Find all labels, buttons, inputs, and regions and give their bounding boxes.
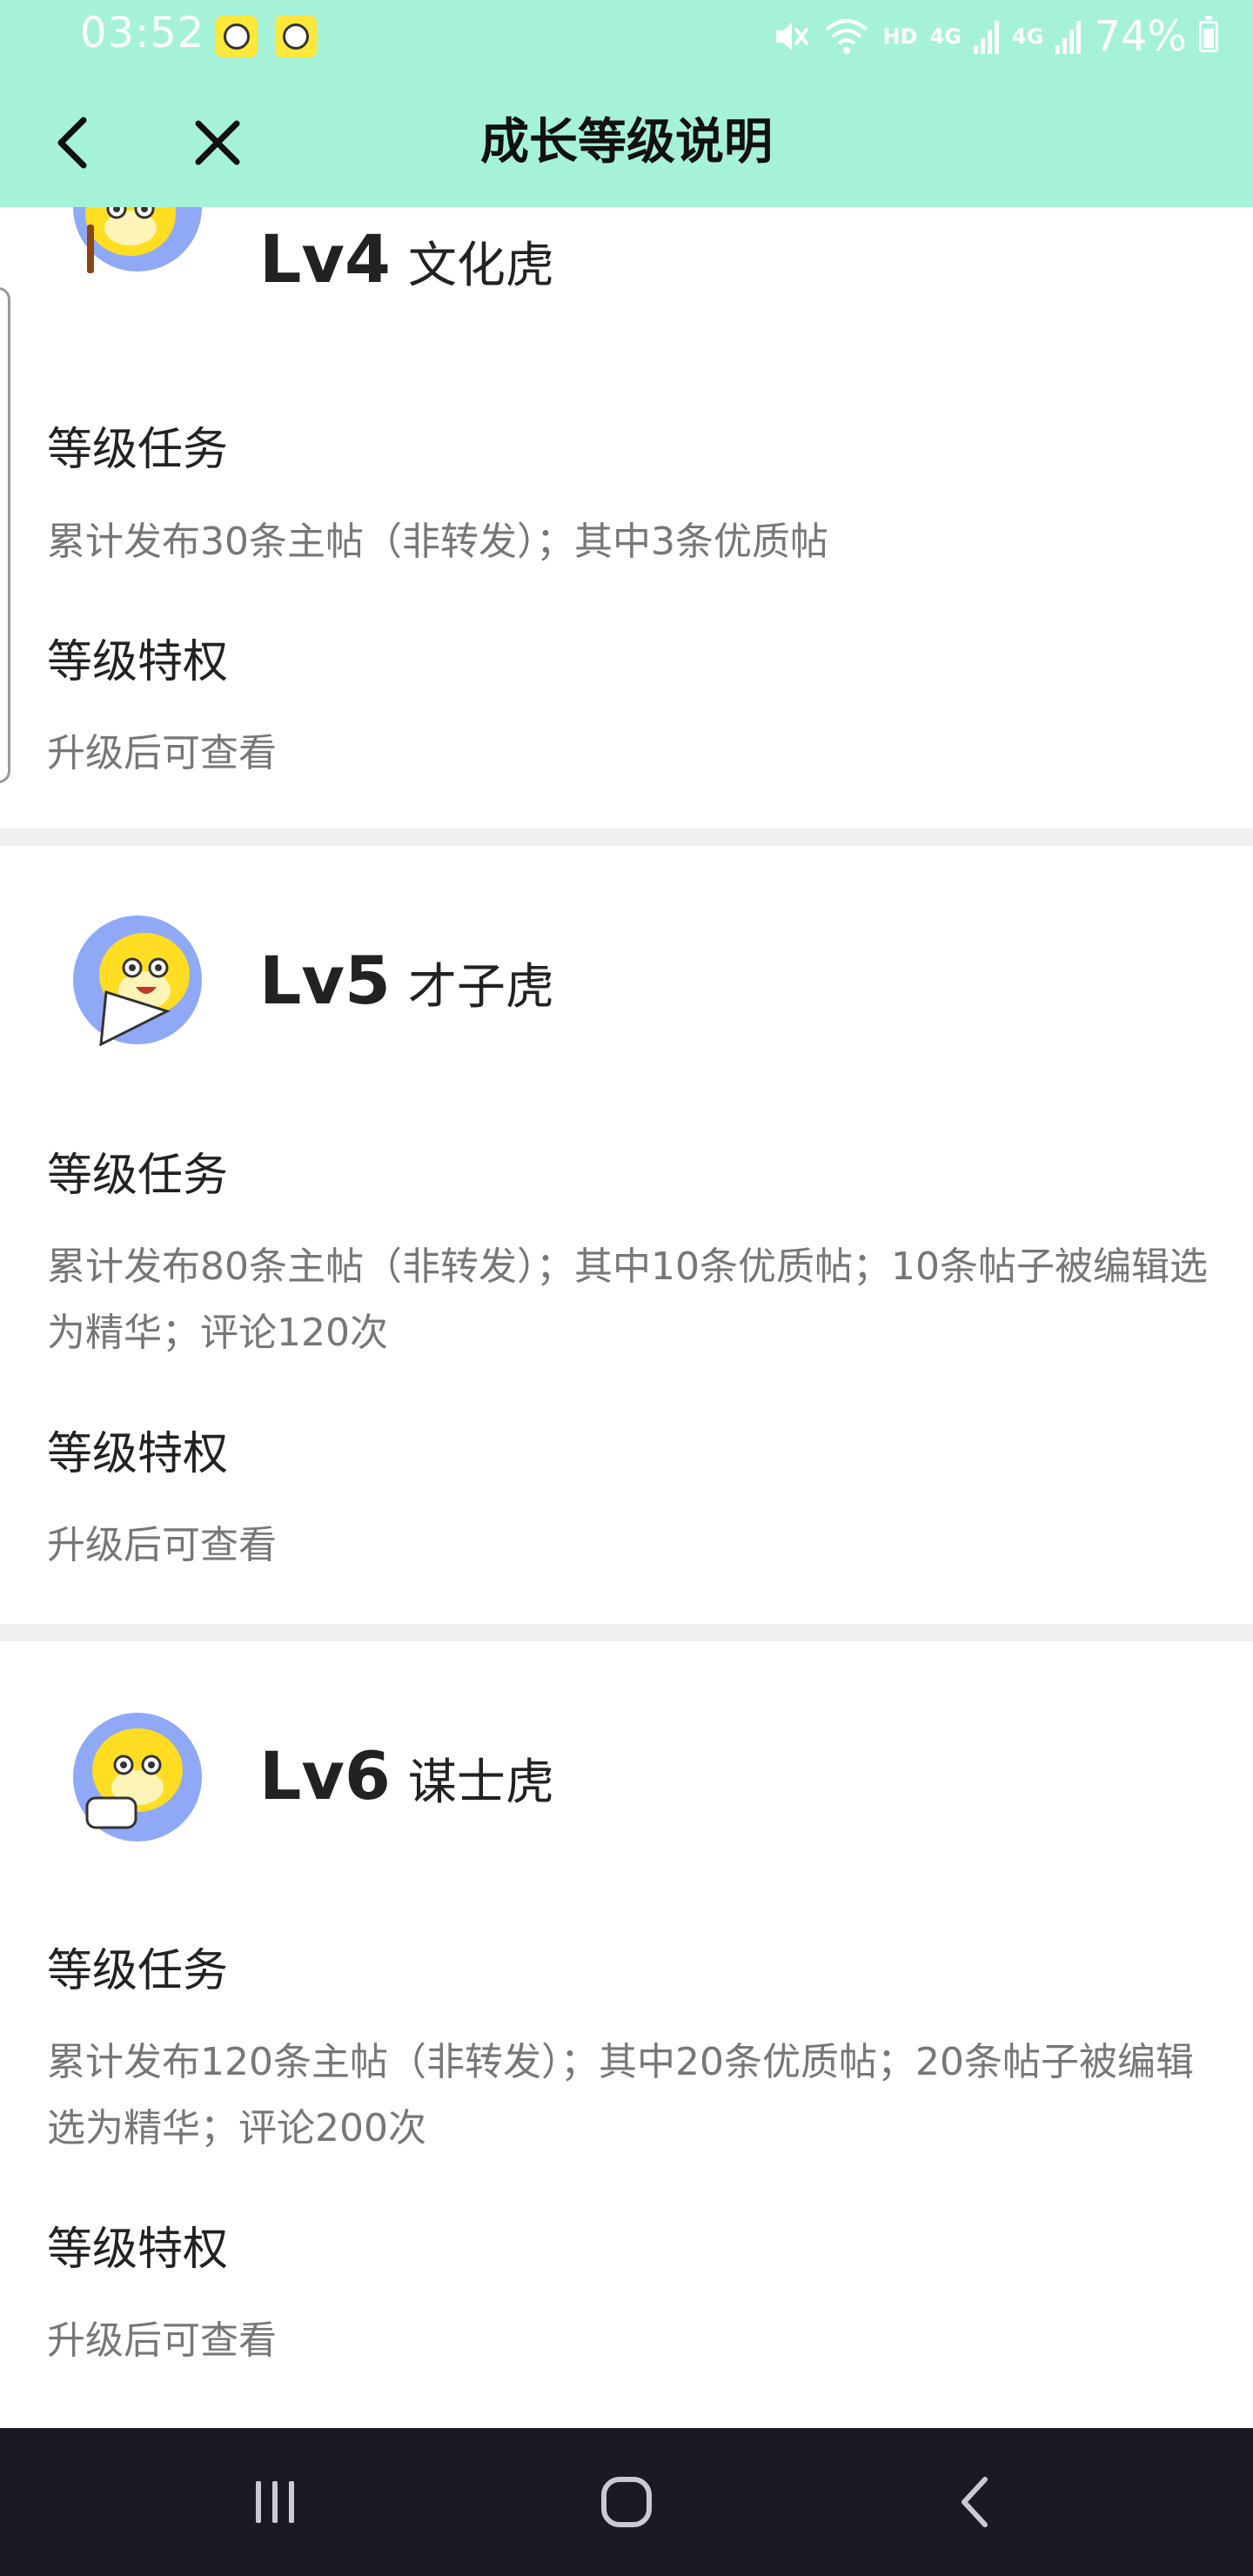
privilege-title: 等级特权 — [47, 1428, 229, 1480]
hd-label: HD — [882, 24, 918, 49]
side-drawer-handle[interactable] — [0, 287, 10, 783]
recent-apps-icon — [256, 2481, 294, 2523]
battery-icon — [1199, 16, 1218, 52]
home-button[interactable] — [592, 2467, 661, 2537]
home-icon — [601, 2477, 652, 2527]
top-bar: 03:52 HD 4G 4G 74% 成长等级说明 — [0, 0, 1253, 207]
back-icon — [962, 2477, 988, 2527]
task-text: 累计发布80条主帖（非转发）；其中10条优质帖；10条帖子被编辑选为精华；评论1… — [47, 1244, 1208, 1355]
task-title: 等级任务 — [47, 424, 229, 476]
level-card-lv4: Lv4 文化虎 等级任务 累计发布30条主帖（非转发）；其中3条优质帖 等级特权… — [0, 207, 1253, 828]
level-code: Lv5 — [259, 942, 391, 1019]
system-nav-bar — [0, 2428, 1253, 2576]
network-4g-label: 4G — [929, 24, 962, 49]
header: 成长等级说明 — [0, 73, 1253, 207]
level-code: Lv6 — [259, 1737, 391, 1815]
status-indicators: HD 4G 4G 74% — [771, 9, 1218, 64]
level-card-lv5: Lv5 才子虎 等级任务 累计发布80条主帖（非转发）；其中10条优质帖；10条… — [0, 846, 1253, 1624]
privilege-text: 升级后可查看 — [47, 1523, 277, 1567]
wifi-icon — [826, 19, 868, 54]
card-divider — [0, 828, 1253, 846]
tiger-notification-icon — [275, 16, 317, 57]
tiger-avatar-icon — [73, 1713, 202, 1841]
tiger-notification-icon — [216, 16, 258, 57]
level-heading: Lv6 谋士虎 — [259, 1737, 554, 1815]
level-heading: Lv4 文化虎 — [259, 220, 554, 298]
task-text: 累计发布30条主帖（非转发）；其中3条优质帖 — [47, 520, 828, 564]
signal-icon — [1055, 21, 1082, 54]
level-name: 文化虎 — [407, 238, 554, 294]
card-divider — [0, 1624, 1253, 1641]
level-list[interactable]: Lv4 文化虎 等级任务 累计发布30条主帖（非转发）；其中3条优质帖 等级特权… — [0, 207, 1253, 2428]
privilege-text: 升级后可查看 — [47, 731, 277, 775]
level-card-lv6: Lv6 谋士虎 等级任务 累计发布120条主帖（非转发）；其中20条优质帖；20… — [0, 1641, 1253, 2428]
level-heading: Lv5 才子虎 — [259, 942, 554, 1019]
mute-icon — [776, 23, 809, 50]
level-name: 才子虎 — [407, 959, 554, 1016]
task-title: 等级任务 — [47, 1945, 229, 1997]
level-name: 谋士虎 — [407, 1754, 554, 1811]
task-title: 等级任务 — [47, 1150, 229, 1202]
status-bar: 03:52 HD 4G 4G 74% — [0, 0, 1253, 73]
privilege-title: 等级特权 — [47, 2224, 229, 2276]
tiger-avatar-icon — [73, 207, 202, 273]
status-time: 03:52 — [80, 9, 205, 57]
privilege-text: 升级后可查看 — [47, 2318, 277, 2363]
page-title: 成长等级说明 — [480, 114, 773, 171]
signal-icon — [973, 21, 999, 54]
privilege-title: 等级特权 — [47, 636, 229, 688]
task-text: 累计发布120条主帖（非转发）；其中20条优质帖；20条帖子被编辑选为精华；评论… — [47, 2040, 1194, 2150]
system-back-button[interactable] — [941, 2467, 1011, 2537]
network-4g-label: 4G — [1011, 24, 1044, 49]
battery-percent: 74% — [1094, 12, 1187, 61]
tiger-avatar-icon — [73, 916, 202, 1046]
level-code: Lv4 — [259, 220, 391, 298]
recent-apps-button[interactable] — [240, 2467, 310, 2537]
battery-level — [1203, 28, 1214, 48]
